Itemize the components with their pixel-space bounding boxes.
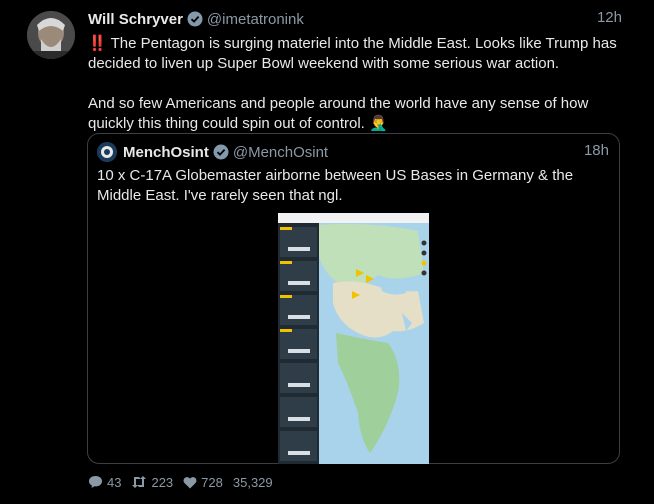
verified-badge-icon <box>187 11 203 27</box>
quoted-tweet-header: MenchOsint @MenchOsint 18h <box>97 142 609 162</box>
flight-tracker-map-image[interactable] <box>278 213 429 464</box>
reply-icon <box>89 476 102 488</box>
view-count: 35,329 <box>232 474 273 490</box>
tweet-card: Will Schryver @imetatronink 12h ‼️ The P… <box>0 0 654 504</box>
quoted-author-handle[interactable]: @MenchOsint <box>233 144 328 161</box>
double-exclamation-icon: ‼️ <box>88 35 107 52</box>
retweet-button[interactable]: 223 <box>131 475 173 490</box>
tweet-text: ‼️ The Pentagon is surging materiel into… <box>88 34 628 134</box>
heart-icon <box>183 476 197 488</box>
views[interactable]: 35,329 <box>233 475 273 490</box>
quoted-author-name[interactable]: MenchOsint <box>123 144 209 161</box>
quoted-tweet-time[interactable]: 18h <box>584 142 609 159</box>
author-avatar[interactable] <box>27 11 75 59</box>
tweet-actions: 43 223 728 35,329 <box>88 473 283 491</box>
verified-badge-icon <box>213 144 229 160</box>
tweet-text-paragraph-1: The Pentagon is surging materiel into th… <box>88 35 621 72</box>
tweet-text-paragraph-2: And so few Americans and people around t… <box>88 95 593 132</box>
tweet-time[interactable]: 12h <box>597 9 622 26</box>
tweet-header: Will Schryver @imetatronink 12h <box>88 9 622 29</box>
quoted-author-avatar <box>97 142 117 162</box>
author-name[interactable]: Will Schryver <box>88 11 183 28</box>
quoted-tweet[interactable]: MenchOsint @MenchOsint 18h 10 x C-17A Gl… <box>87 133 620 464</box>
like-count: 728 <box>201 474 223 490</box>
retweet-icon <box>132 476 147 488</box>
author-handle[interactable]: @imetatronink <box>207 11 304 28</box>
reply-count: 43 <box>107 474 122 490</box>
like-button[interactable]: 728 <box>183 475 223 490</box>
reply-button[interactable]: 43 <box>88 475 121 490</box>
retweet-count: 223 <box>151 474 174 490</box>
quoted-tweet-text: 10 x C-17A Globemaster airborne between … <box>97 167 574 204</box>
